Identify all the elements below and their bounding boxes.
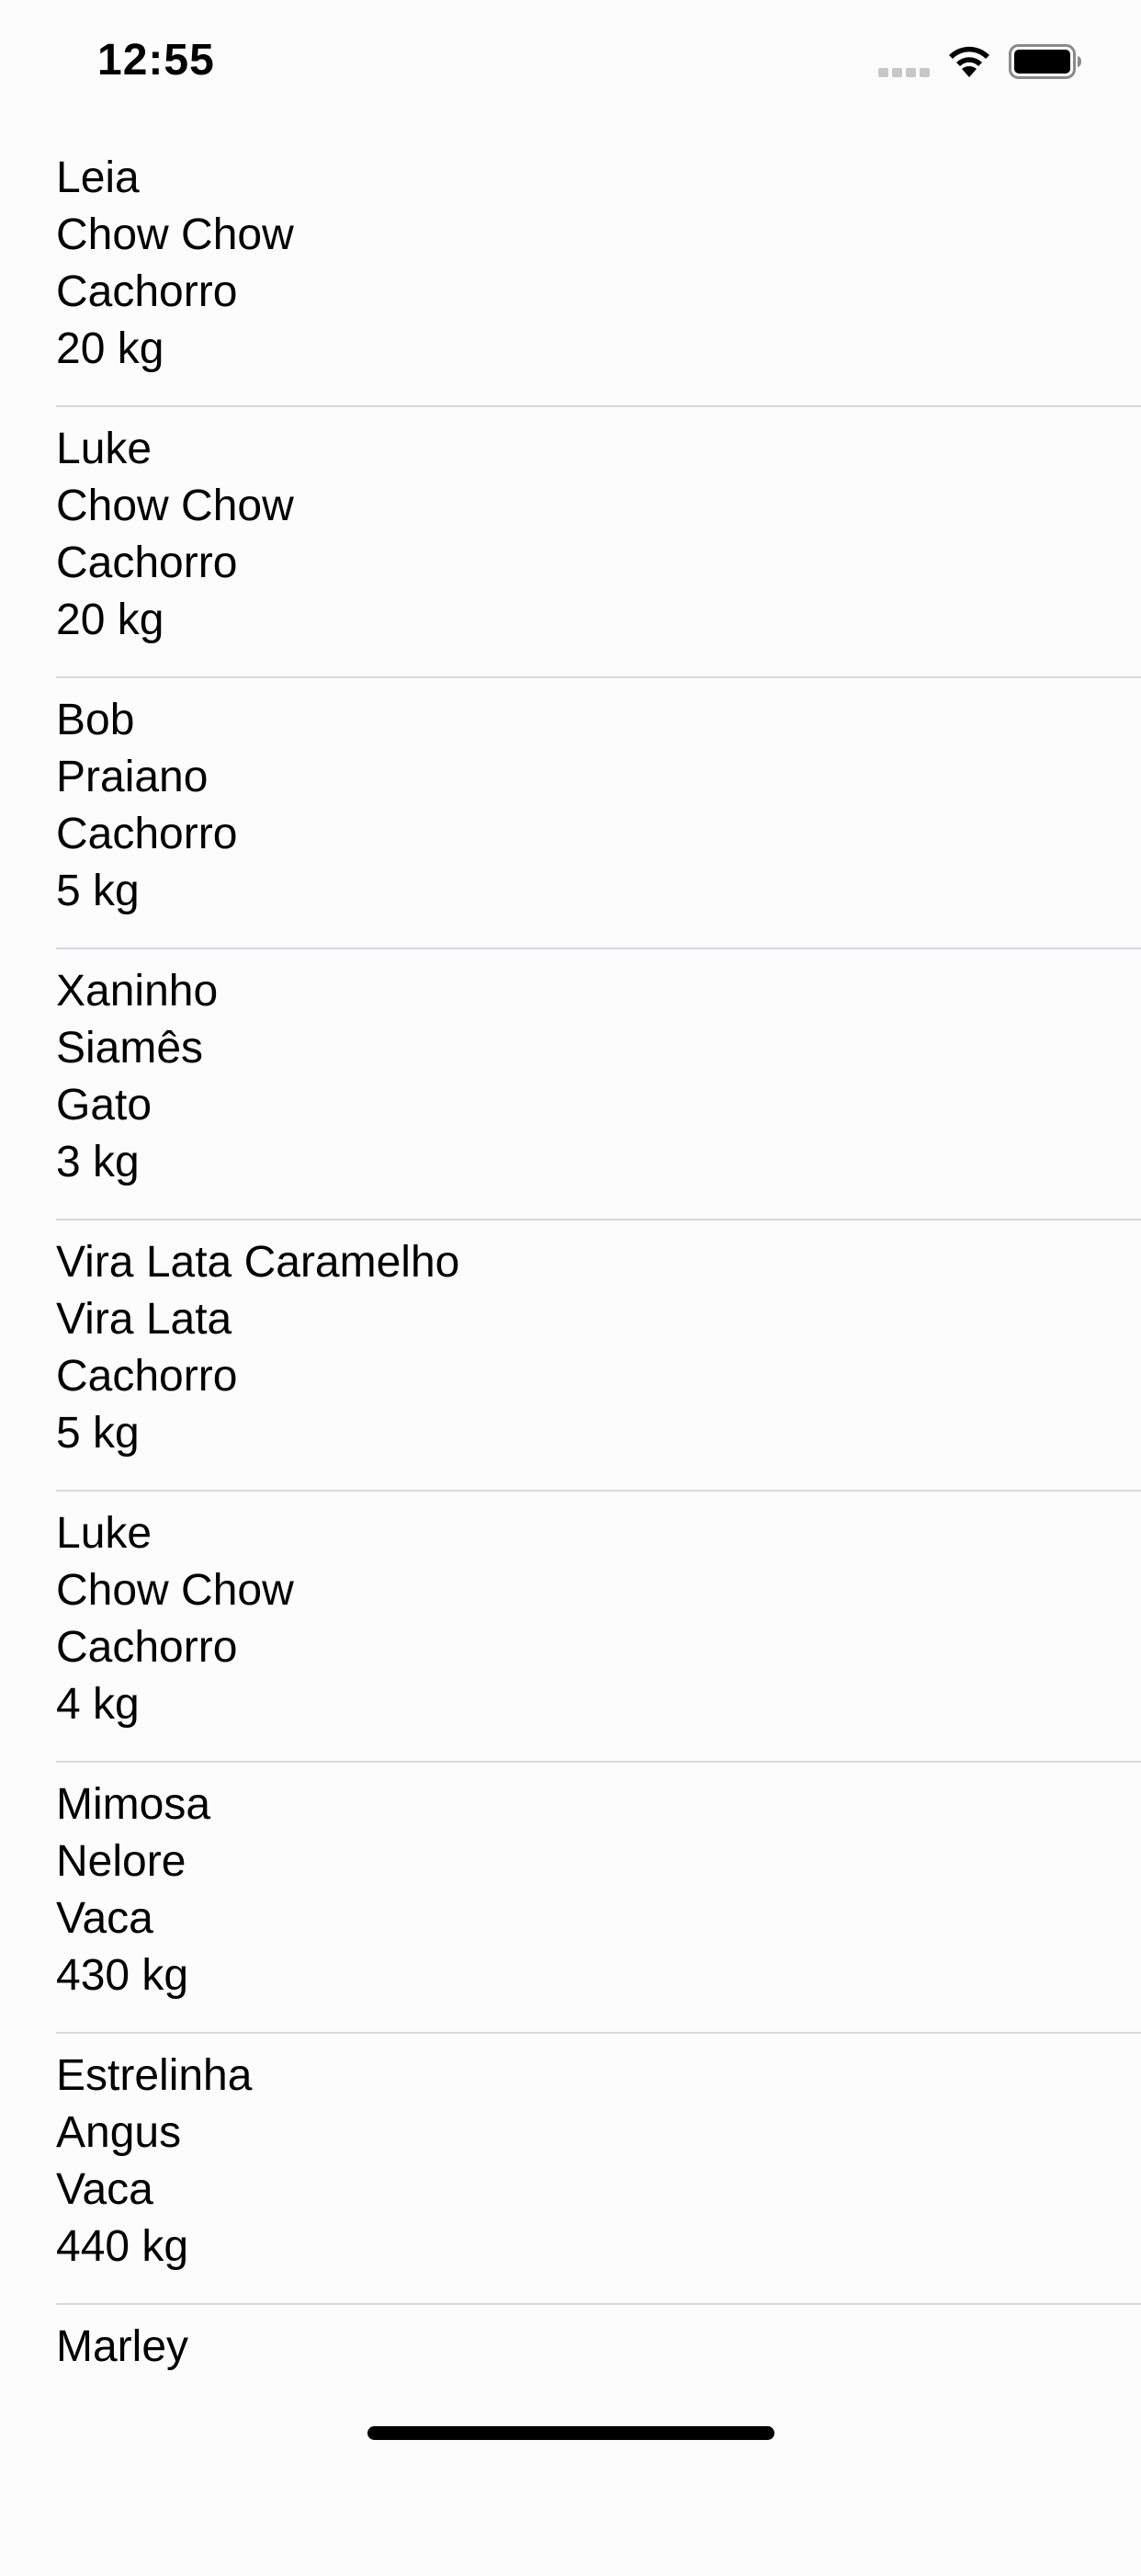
animal-species: Gato (56, 1081, 153, 1129)
list-item[interactable]: Bob Praiano Cachorro 5 kg (0, 678, 1141, 949)
list-item[interactable]: Xaninho Siamês Gato 3 kg (0, 949, 1141, 1220)
animal-weight: 20 kg (56, 596, 164, 644)
list-item[interactable]: Leia Chow Chow Cachorro 20 kg (0, 136, 1141, 407)
animal-breed: Chow Chow (56, 1566, 294, 1615)
battery-icon (1009, 44, 1081, 79)
animal-species: Vaca (56, 2165, 153, 2214)
animal-name: Luke (56, 425, 153, 473)
animal-weight: 5 kg (56, 1409, 140, 1458)
list-item[interactable]: Marley (0, 2305, 1141, 2576)
animal-species: Cachorro (56, 810, 238, 858)
animal-breed: Chow Chow (56, 482, 294, 530)
animal-breed: Chow Chow (56, 210, 294, 259)
animal-list: Leia Chow Chow Cachorro 20 kg Luke Chow … (0, 136, 1141, 2576)
status-time: 12:55 (97, 36, 215, 85)
animal-name: Luke (56, 1509, 153, 1558)
list-item[interactable]: Vira Lata Caramelho Vira Lata Cachorro 5… (0, 1220, 1141, 1492)
animal-breed: Nelore (56, 1837, 186, 1886)
home-indicator[interactable] (367, 2426, 774, 2440)
animal-weight: 5 kg (56, 867, 140, 915)
animal-weight: 440 kg (56, 2222, 189, 2271)
animal-weight: 430 kg (56, 1951, 189, 2000)
animal-name: Mimosa (56, 1780, 211, 1829)
list-item[interactable]: Luke Chow Chow Cachorro 4 kg (0, 1492, 1141, 1763)
wifi-icon (949, 46, 989, 77)
animal-breed: Praiano (56, 753, 209, 801)
animal-name: Leia (56, 153, 140, 202)
animal-species: Cachorro (56, 1352, 238, 1401)
animal-weight: 20 kg (56, 324, 164, 373)
animal-name: Estrelinha (56, 2051, 253, 2100)
animal-species: Cachorro (56, 539, 238, 587)
animal-name: Vira Lata Caramelho (56, 1238, 460, 1287)
animal-weight: 4 kg (56, 1680, 140, 1729)
animal-breed: Angus (56, 2108, 182, 2157)
animal-breed: Vira Lata (56, 1295, 232, 1344)
animal-species: Cachorro (56, 267, 238, 316)
animal-name: Xaninho (56, 967, 219, 1016)
animal-species: Cachorro (56, 1623, 238, 1672)
animal-species: Vaca (56, 1894, 153, 1943)
animal-name: Marley (56, 2322, 189, 2371)
cellular-signal-icon (878, 68, 930, 77)
status-bar: 12:55 (0, 0, 1141, 129)
list-item[interactable]: Luke Chow Chow Cachorro 20 kg (0, 407, 1141, 678)
list-item[interactable]: Estrelinha Angus Vaca 440 kg (0, 2034, 1141, 2305)
animal-name: Bob (56, 696, 135, 744)
animal-weight: 3 kg (56, 1138, 140, 1186)
animal-breed: Siamês (56, 1024, 204, 1072)
list-item[interactable]: Mimosa Nelore Vaca 430 kg (0, 1763, 1141, 2034)
